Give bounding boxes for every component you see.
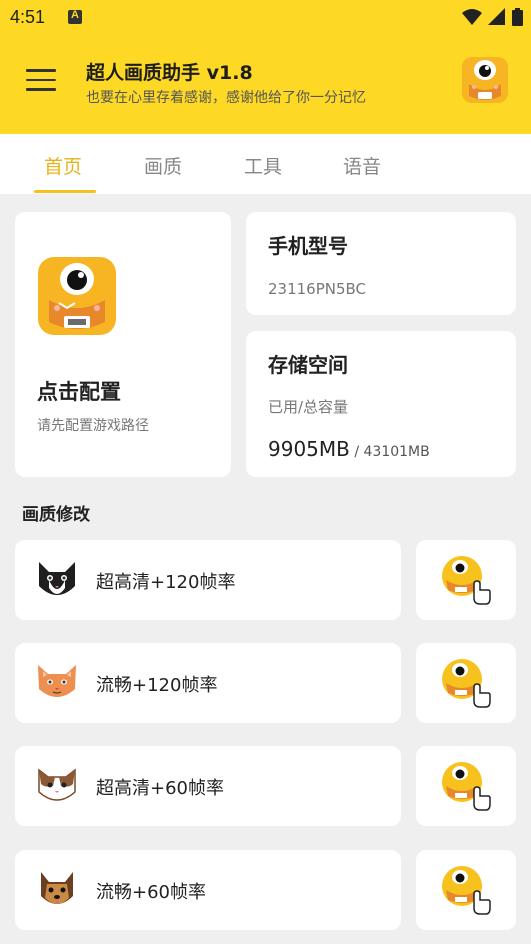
- phone-model-value: 23116PN5BC: [268, 280, 367, 298]
- wifi-icon: [462, 9, 482, 25]
- battery-icon: [512, 8, 523, 26]
- monster-logo-icon: [38, 257, 116, 335]
- status-time: 4:51: [10, 7, 46, 27]
- tab-home[interactable]: 首页: [44, 152, 82, 179]
- yorkie-dog-icon: [41, 872, 73, 904]
- apply-button[interactable]: [416, 850, 516, 930]
- storage-value: 9905MB / 43101MB: [268, 437, 430, 461]
- config-title: 点击配置: [37, 380, 121, 404]
- text-a-icon: [68, 9, 82, 24]
- status-icons: [462, 8, 523, 26]
- item-label: 流畅+60帧率: [96, 882, 206, 903]
- item-label: 超高清+120帧率: [96, 572, 236, 593]
- apply-button[interactable]: [416, 643, 516, 723]
- app-bar: 超人画质助手 v1.8 也要在心里存着感谢，感谢他给了你一分记忆: [0, 36, 531, 134]
- signal-icon: [488, 8, 505, 25]
- tab-tools[interactable]: 工具: [244, 152, 282, 179]
- storage-total-value: 43101MB: [363, 444, 430, 460]
- storage-separator: /: [349, 444, 364, 460]
- app-subtitle: 也要在心里存着感谢，感谢他给了你一分记忆: [86, 90, 366, 106]
- orange-cat-icon: [38, 665, 76, 697]
- item-label: 流畅+120帧率: [96, 675, 218, 696]
- storage-used-value: 9905MB: [268, 437, 350, 461]
- storage-label: 已用/总容量: [268, 398, 349, 416]
- brown-cat-icon: [38, 768, 76, 801]
- tap-monster-icon: [442, 659, 491, 708]
- apply-button[interactable]: [416, 540, 516, 620]
- tab-quality[interactable]: 画质: [144, 152, 182, 179]
- tap-monster-icon: [442, 556, 491, 605]
- tab-voice[interactable]: 语音: [343, 152, 381, 179]
- phone-model-title: 手机型号: [268, 234, 348, 258]
- section-title: 画质修改: [22, 505, 90, 525]
- tab-bar: 首页 画质 工具 语音: [0, 134, 531, 194]
- list-item[interactable]: 流畅+120帧率: [15, 643, 401, 723]
- apply-button[interactable]: [416, 746, 516, 826]
- config-subtitle: 请先配置游戏路径: [37, 418, 149, 434]
- status-bar: 4:51: [0, 0, 531, 36]
- hamburger-menu-icon[interactable]: [26, 69, 56, 95]
- storage-card: 存储空间 已用/总容量 9905MB / 43101MB: [246, 331, 516, 477]
- storage-title: 存储空间: [268, 353, 348, 377]
- config-card[interactable]: 点击配置 请先配置游戏路径: [15, 212, 231, 477]
- list-item[interactable]: 超高清+120帧率: [15, 540, 401, 620]
- list-item[interactable]: 超高清+60帧率: [15, 746, 401, 826]
- monster-logo-icon[interactable]: [461, 56, 509, 104]
- tab-indicator: [34, 190, 96, 193]
- list-item[interactable]: 流畅+60帧率: [15, 850, 401, 930]
- item-label: 超高清+60帧率: [96, 778, 224, 799]
- tap-monster-icon: [442, 762, 491, 811]
- black-white-cat-icon: [39, 562, 75, 595]
- app-title: 超人画质助手 v1.8: [86, 62, 253, 84]
- tap-monster-icon: [442, 866, 491, 915]
- phone-model-card: 手机型号 23116PN5BC: [246, 212, 516, 315]
